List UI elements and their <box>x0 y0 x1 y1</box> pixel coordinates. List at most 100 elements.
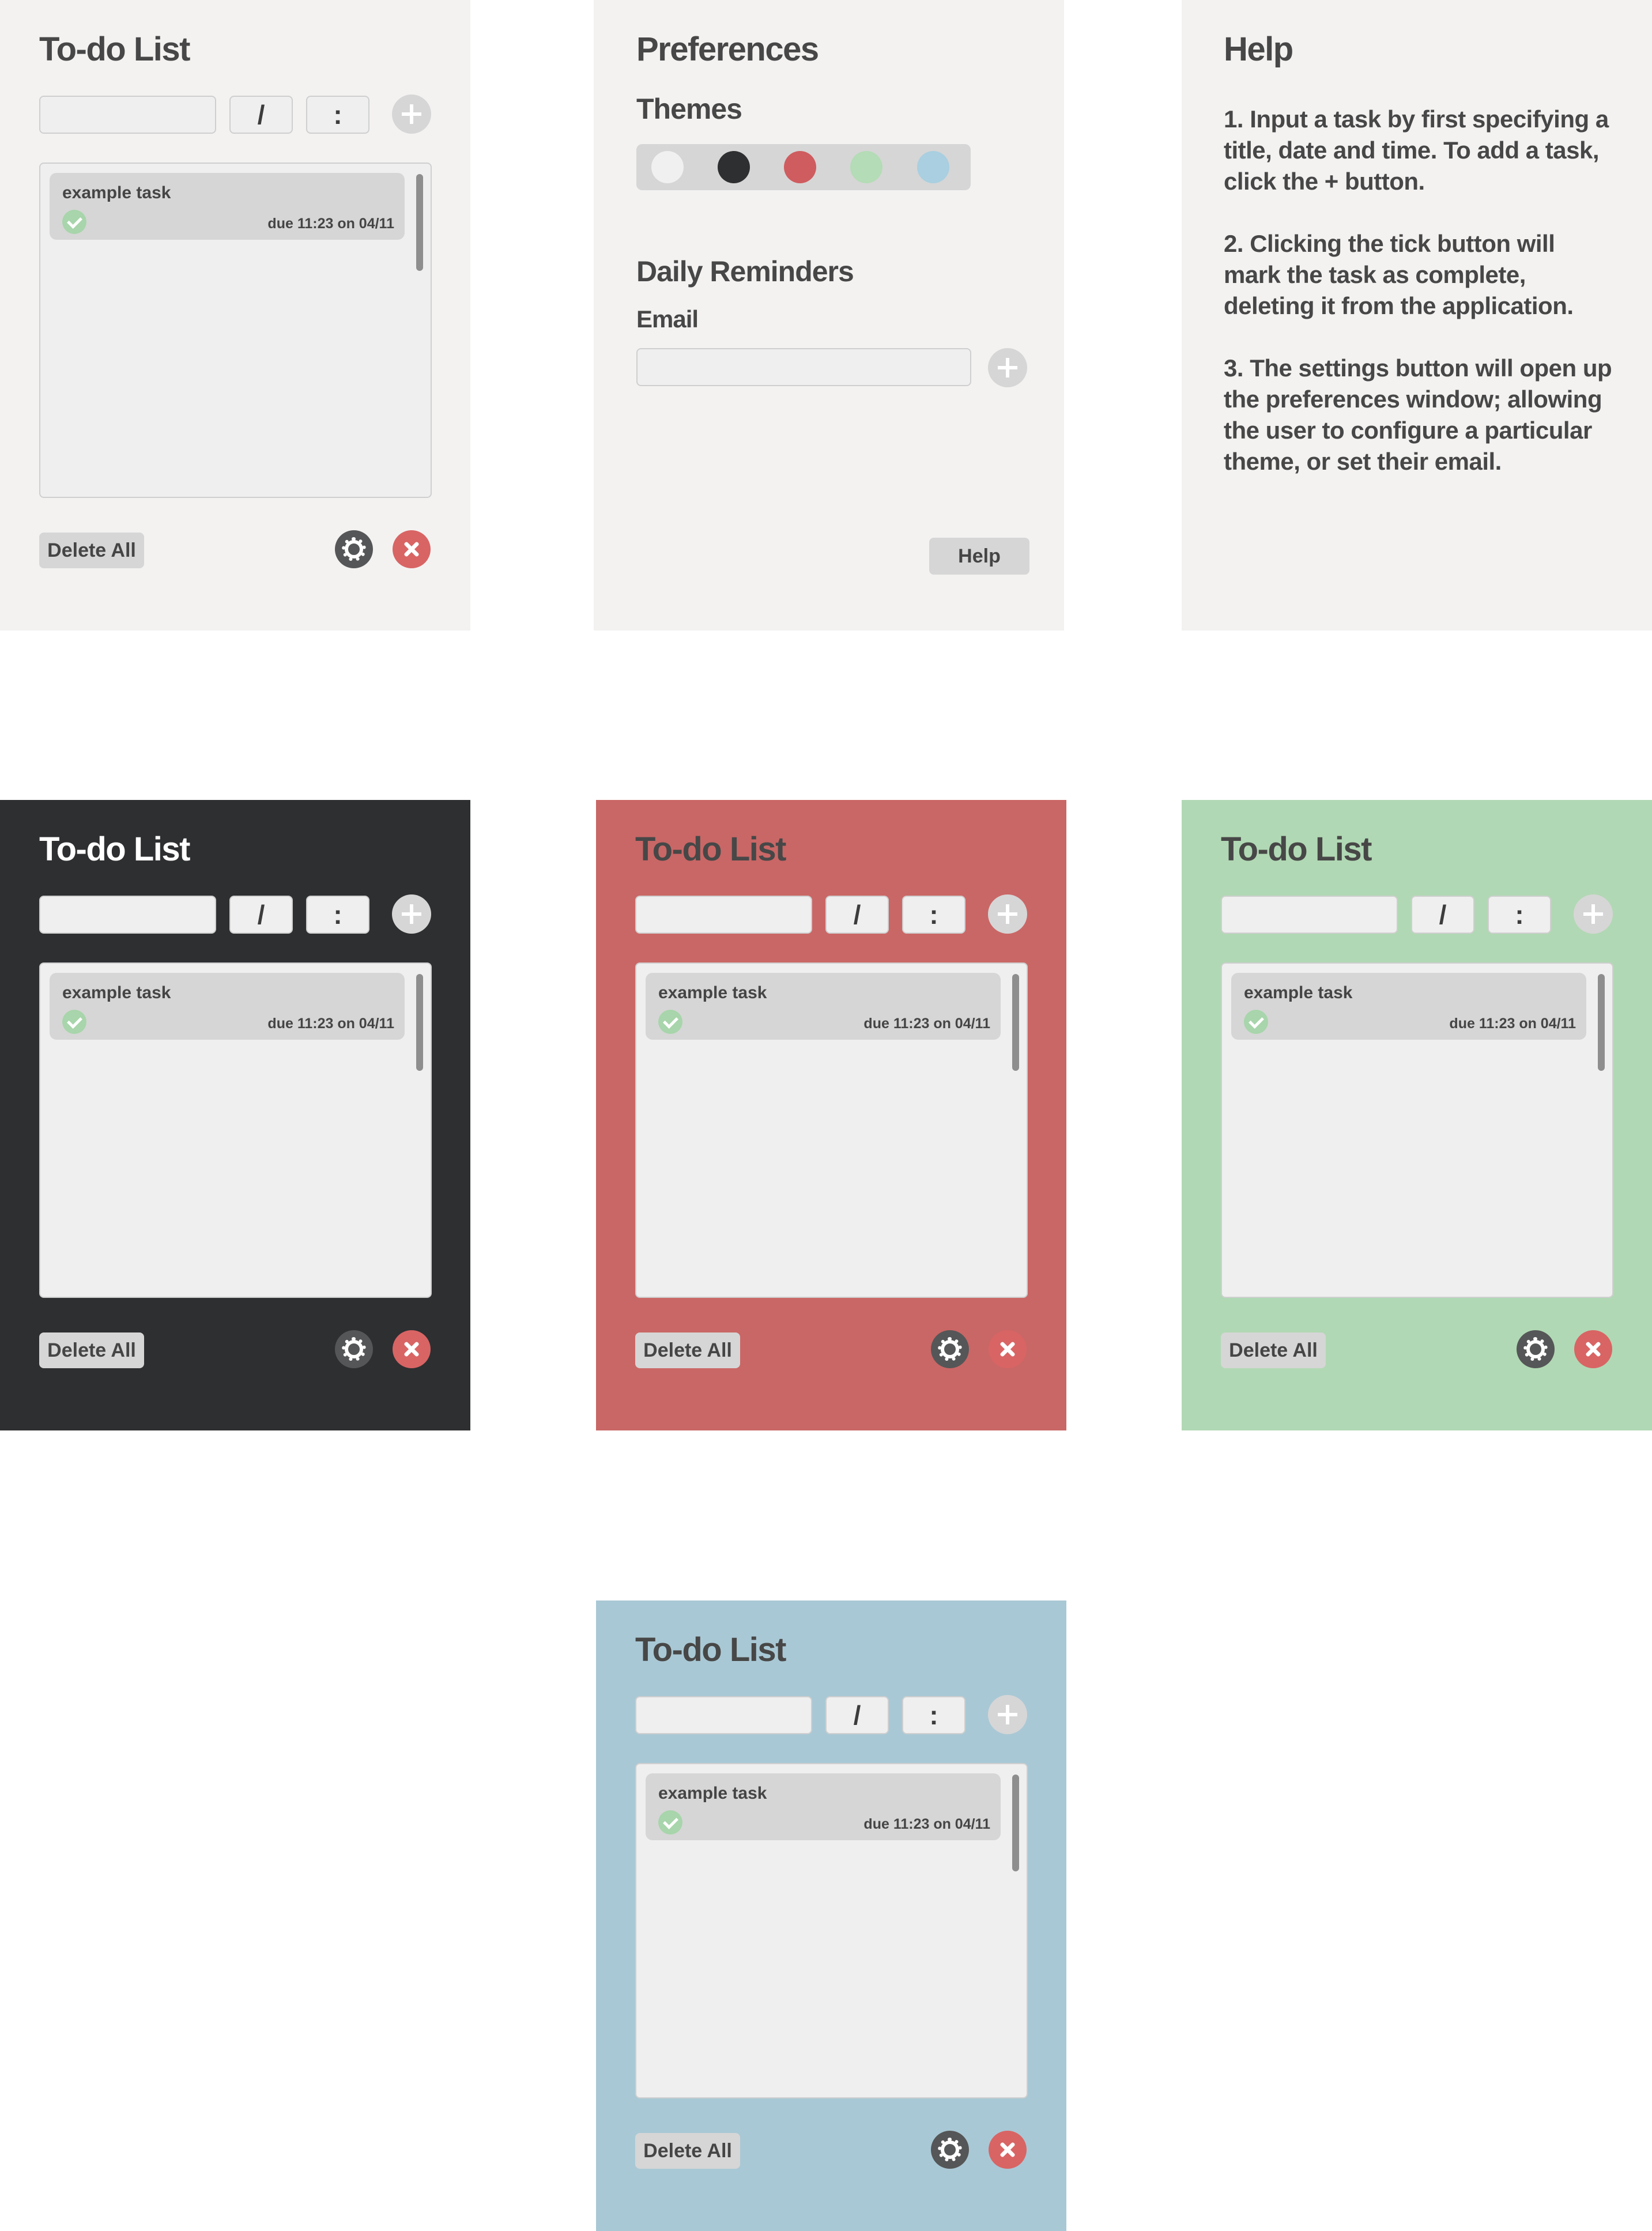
help-step-1: 1. Input a task by first specifying a ti… <box>1224 105 1609 195</box>
add-task-button[interactable] <box>392 95 431 134</box>
task-name: example task <box>658 1784 767 1803</box>
complete-check-icon[interactable] <box>62 210 86 234</box>
delete-all-button[interactable]: Delete All <box>39 1332 144 1368</box>
settings-gear-icon[interactable] <box>931 2131 969 2169</box>
preferences-panel: Preferences Themes Daily Reminders Email… <box>594 0 1064 631</box>
delete-all-button[interactable]: Delete All <box>635 1332 740 1368</box>
todo-panel-dark: To-do List / : example task due 11:23 on… <box>0 800 470 1430</box>
task-item: example task due 11:23 on 04/11 <box>646 1773 1001 1840</box>
task-date-input[interactable]: / <box>825 896 889 934</box>
task-list[interactable]: example task due 11:23 on 04/11 <box>1221 962 1613 1298</box>
themes-heading: Themes <box>636 93 742 125</box>
page-title: To-do List <box>635 1631 786 1668</box>
theme-swatch-dark[interactable] <box>718 151 750 183</box>
email-field[interactable] <box>636 348 971 386</box>
task-item: example task due 11:23 on 04/11 <box>1231 973 1586 1040</box>
task-due: due 11:23 on 04/11 <box>863 1816 990 1832</box>
help-panel: Help 1. Input a task by first specifying… <box>1182 0 1652 631</box>
theme-swatch-red[interactable] <box>784 151 816 183</box>
task-title-input[interactable] <box>39 96 216 134</box>
help-step-3: 3. The settings button will open up the … <box>1224 354 1612 475</box>
task-due: due 11:23 on 04/11 <box>267 216 394 232</box>
page-title: To-do List <box>635 831 786 868</box>
close-icon[interactable] <box>1574 1330 1612 1368</box>
theme-swatch-light[interactable] <box>651 151 684 183</box>
complete-check-icon[interactable] <box>1244 1010 1268 1034</box>
todo-panel-red: To-do List / : example task due 11:23 on… <box>596 800 1066 1430</box>
help-title: Help <box>1224 31 1293 68</box>
settings-gear-icon[interactable] <box>335 1330 373 1368</box>
help-button[interactable]: Help <box>929 538 1029 575</box>
page-title: To-do List <box>39 831 190 868</box>
email-label: Email <box>636 305 699 333</box>
page-title: To-do List <box>39 31 190 68</box>
task-title-input[interactable] <box>1221 896 1398 934</box>
add-task-button[interactable] <box>988 1695 1027 1734</box>
theme-swatch-green[interactable] <box>850 151 882 183</box>
delete-all-button[interactable]: Delete All <box>39 533 144 568</box>
preferences-title: Preferences <box>636 31 819 68</box>
add-task-button[interactable] <box>988 894 1027 934</box>
scrollbar[interactable] <box>1598 974 1605 1071</box>
daily-reminders-heading: Daily Reminders <box>636 255 854 288</box>
settings-gear-icon[interactable] <box>335 530 373 568</box>
close-icon[interactable] <box>989 2131 1027 2169</box>
task-title-input[interactable] <box>635 1696 812 1734</box>
task-title-input[interactable] <box>635 896 812 934</box>
close-icon[interactable] <box>989 1330 1027 1368</box>
task-name: example task <box>658 983 767 1002</box>
task-list[interactable]: example task due 11:23 on 04/11 <box>635 1763 1028 2098</box>
add-task-button[interactable] <box>1574 894 1613 934</box>
theme-swatch-blue[interactable] <box>917 151 949 183</box>
task-list[interactable]: example task due 11:23 on 04/11 <box>39 163 432 498</box>
task-time-input[interactable]: : <box>1488 896 1551 934</box>
date-separator: / <box>257 100 265 130</box>
todo-panel-blue: To-do List / : example task due 11:23 on… <box>596 1600 1066 2231</box>
close-icon[interactable] <box>393 530 431 568</box>
scrollbar[interactable] <box>1012 974 1019 1071</box>
task-date-input[interactable]: / <box>229 896 293 934</box>
add-task-button[interactable] <box>392 894 431 934</box>
delete-all-button[interactable]: Delete All <box>1221 1332 1326 1368</box>
delete-all-button[interactable]: Delete All <box>635 2133 740 2169</box>
task-time-input[interactable]: : <box>902 1696 965 1734</box>
task-date-input[interactable]: / <box>229 96 293 134</box>
task-date-input[interactable]: / <box>825 1696 889 1734</box>
task-time-input[interactable]: : <box>306 96 369 134</box>
task-date-input[interactable]: / <box>1411 896 1474 934</box>
settings-gear-icon[interactable] <box>931 1330 969 1368</box>
time-separator: : <box>333 100 342 130</box>
page-title: To-do List <box>1221 831 1372 868</box>
date-separator: / <box>257 900 265 930</box>
add-email-button[interactable] <box>988 348 1027 387</box>
task-title-input[interactable] <box>39 896 216 934</box>
scrollbar[interactable] <box>416 174 423 271</box>
task-item: example task due 11:23 on 04/11 <box>50 973 405 1040</box>
task-name: example task <box>1244 983 1353 1002</box>
scrollbar[interactable] <box>416 974 423 1071</box>
task-due: due 11:23 on 04/11 <box>1449 1016 1576 1032</box>
task-item: example task due 11:23 on 04/11 <box>50 173 405 240</box>
time-separator: : <box>929 900 938 930</box>
time-separator: : <box>929 1700 938 1730</box>
todo-panel-light: To-do List / : example task due 11:23 on… <box>0 0 470 631</box>
date-separator: / <box>1439 900 1447 930</box>
date-separator: / <box>853 1700 861 1730</box>
close-icon[interactable] <box>393 1330 431 1368</box>
task-list[interactable]: example task due 11:23 on 04/11 <box>635 962 1028 1298</box>
settings-gear-icon[interactable] <box>1517 1330 1555 1368</box>
help-step-2: 2. Clicking the tick button will mark th… <box>1224 230 1574 319</box>
complete-check-icon[interactable] <box>658 1810 682 1834</box>
todo-panel-green: To-do List / : example task due 11:23 on… <box>1182 800 1652 1430</box>
complete-check-icon[interactable] <box>658 1010 682 1034</box>
task-name: example task <box>62 983 171 1002</box>
task-due: due 11:23 on 04/11 <box>863 1016 990 1032</box>
task-list[interactable]: example task due 11:23 on 04/11 <box>39 962 432 1298</box>
complete-check-icon[interactable] <box>62 1010 86 1034</box>
scrollbar[interactable] <box>1012 1775 1019 1871</box>
task-time-input[interactable]: : <box>902 896 965 934</box>
date-separator: / <box>853 900 861 930</box>
task-time-input[interactable]: : <box>306 896 369 934</box>
task-item: example task due 11:23 on 04/11 <box>646 973 1001 1040</box>
task-name: example task <box>62 183 171 202</box>
